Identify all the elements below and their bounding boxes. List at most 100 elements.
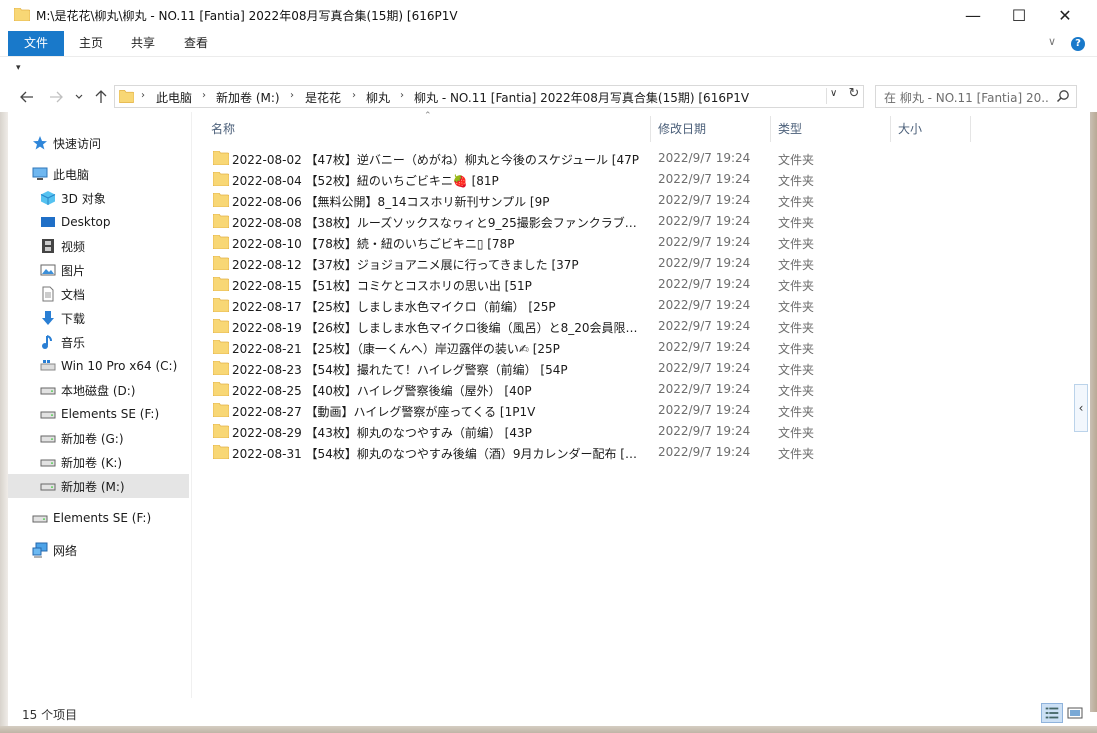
- breadcrumb-folder-1[interactable]: 是花花: [305, 89, 341, 106]
- column-divider[interactable]: [770, 116, 771, 142]
- column-divider[interactable]: [890, 116, 891, 142]
- breadcrumb-separator-icon[interactable]: ›: [290, 90, 294, 101]
- column-divider[interactable]: [650, 116, 651, 142]
- tab-home[interactable]: 主页: [66, 31, 116, 56]
- sidebar-item-drive-c[interactable]: Win 10 Pro x64 (C:): [8, 354, 189, 378]
- search-icon[interactable]: [1056, 89, 1070, 103]
- column-header-name[interactable]: 名称: [211, 120, 235, 137]
- sidebar-item-this-pc[interactable]: 此电脑: [8, 162, 189, 186]
- table-row[interactable]: 2022-08-08 【38枚】ルーズソックスなヮィと9_25撮影会ファンクラブ…: [208, 211, 820, 232]
- file-name: 2022-08-23 【54枚】撮れたて！ハイレグ警察（前编） [54P: [232, 363, 568, 377]
- network-icon: [32, 542, 48, 558]
- tab-file[interactable]: 文件: [8, 31, 64, 56]
- details-pane-toggle[interactable]: ‹: [1074, 384, 1088, 432]
- file-name: 2022-08-29 【43枚】柳丸のなつやすみ（前编） [43P: [232, 426, 532, 440]
- table-row[interactable]: 2022-08-21 【25枚】（康一くんへ）岸辺露伴の装い✍ [25P 2022…: [208, 337, 820, 358]
- drive-icon: [40, 483, 56, 491]
- column-header-size[interactable]: 大小: [898, 120, 922, 137]
- file-type: 文件夹: [778, 447, 815, 461]
- table-row[interactable]: 2022-08-04 【52枚】紐のいちごビキニ🍓 [81P 2022/9/7 1…: [208, 169, 820, 190]
- recent-locations-button[interactable]: [71, 86, 87, 108]
- sidebar-item-drive-d[interactable]: 本地磁盘 (D:): [8, 378, 189, 402]
- file-modified-date: 2022/9/7 19:24: [658, 298, 751, 312]
- table-row[interactable]: 2022-08-02 【47枚】逆バニー（めがね）柳丸と今後のスケジュール [4…: [208, 148, 820, 169]
- tab-share[interactable]: 共享: [118, 31, 168, 56]
- breadcrumb-current-folder[interactable]: 柳丸 - NO.11 [Fantia] 2022年08月写真合集(15期) [6…: [414, 89, 749, 106]
- breadcrumb-separator-icon[interactable]: ›: [141, 90, 145, 101]
- table-row[interactable]: 2022-08-19 【26枚】しましま水色マイクロ後编（風呂）と8_20会員限…: [208, 316, 820, 337]
- table-row[interactable]: 2022-08-25 【40枚】ハイレグ警察後编（屋外） [40P 2022/9/…: [208, 379, 820, 400]
- file-modified-date: 2022/9/7 19:24: [658, 151, 751, 165]
- breadcrumb-this-pc[interactable]: 此电脑: [156, 89, 192, 106]
- sidebar-item-pictures[interactable]: 图片: [8, 258, 189, 282]
- folder-icon: [213, 424, 229, 438]
- breadcrumb-folder-2[interactable]: 柳丸: [366, 89, 390, 106]
- sidebar-item-music[interactable]: 音乐: [8, 330, 189, 354]
- up-button[interactable]: [90, 86, 112, 108]
- search-input[interactable]: 在 柳丸 - NO.11 [Fantia] 20...: [884, 89, 1049, 106]
- breadcrumb-separator-icon[interactable]: ›: [352, 90, 356, 101]
- table-row[interactable]: 2022-08-06 【無料公開】8_14コスホリ新刊サンプル [9P 2022/…: [208, 190, 820, 211]
- table-row[interactable]: 2022-08-10 【78枚】続・紐のいちごビキニ▯ [78P 2022/9/7…: [208, 232, 820, 253]
- sidebar-item-elements-se[interactable]: Elements SE (F:): [8, 506, 189, 530]
- star-icon: [33, 136, 47, 150]
- sidebar-item-downloads[interactable]: 下载: [8, 306, 189, 330]
- table-row[interactable]: 2022-08-31 【54枚】柳丸のなつやすみ後编（酒）9月カレンダー配布 […: [208, 442, 820, 463]
- pane-divider[interactable]: [191, 112, 192, 698]
- customize-qat-dropdown-icon[interactable]: ▾: [16, 63, 21, 73]
- breadcrumb-separator-icon[interactable]: ›: [400, 90, 404, 101]
- help-icon[interactable]: ?: [1071, 37, 1085, 51]
- cube-icon: [40, 191, 56, 205]
- file-modified-date: 2022/9/7 19:24: [658, 319, 751, 333]
- minimize-button[interactable]: —: [950, 0, 996, 31]
- sidebar-item-videos[interactable]: 视频: [8, 234, 189, 258]
- column-divider[interactable]: [970, 116, 971, 142]
- details-view-icon[interactable]: [1041, 703, 1063, 723]
- picture-icon: [40, 264, 56, 276]
- file-modified-date: 2022/9/7 19:24: [658, 277, 751, 291]
- document-icon: [42, 286, 54, 302]
- breadcrumb-separator-icon[interactable]: ›: [202, 90, 206, 101]
- sidebar-item-network[interactable]: 网络: [8, 538, 189, 562]
- large-icons-view-icon[interactable]: [1065, 703, 1085, 723]
- sidebar-item-drive-g[interactable]: 新加卷 (G:): [8, 426, 189, 450]
- back-button[interactable]: [16, 86, 38, 108]
- table-row[interactable]: 2022-08-17 【25枚】しましま水色マイクロ（前编） [25P 2022/…: [208, 295, 820, 316]
- sidebar-item-desktop[interactable]: Desktop: [8, 210, 189, 234]
- breadcrumb-drive-m[interactable]: 新加卷 (M:): [216, 89, 280, 106]
- close-button[interactable]: ✕: [1042, 0, 1088, 31]
- table-row[interactable]: 2022-08-27 【動画】ハイレグ警察が座ってくる [1P1V 2022/9/…: [208, 400, 820, 421]
- table-row[interactable]: 2022-08-12 【37枚】ジョジョアニメ展に行ってきました [37P 202…: [208, 253, 820, 274]
- sidebar-item-quick-access[interactable]: 快速访问: [8, 131, 189, 155]
- drive-icon: [40, 411, 56, 419]
- folder-icon: [213, 214, 229, 228]
- folder-icon: [213, 340, 229, 354]
- file-type: 文件夹: [778, 384, 815, 398]
- file-modified-date: 2022/9/7 19:24: [658, 445, 751, 459]
- sort-ascending-icon: ⌃: [424, 111, 432, 121]
- column-header-type[interactable]: 类型: [778, 120, 802, 137]
- expand-ribbon-chevron-icon[interactable]: ∨: [1048, 35, 1062, 51]
- table-row[interactable]: 2022-08-29 【43枚】柳丸のなつやすみ（前编） [43P 2022/9/…: [208, 421, 820, 442]
- file-type: 文件夹: [778, 300, 815, 314]
- maximize-button[interactable]: ☐: [996, 0, 1042, 31]
- status-bar: [8, 702, 1090, 726]
- sidebar-item-drive-m[interactable]: 新加卷 (M:): [8, 474, 189, 498]
- tab-view[interactable]: 查看: [170, 31, 222, 56]
- file-name: 2022-08-02 【47枚】逆バニー（めがね）柳丸と今後のスケジュール [4…: [232, 153, 639, 167]
- address-history-chevron-icon[interactable]: ∨: [826, 88, 840, 104]
- file-modified-date: 2022/9/7 19:24: [658, 382, 751, 396]
- table-row[interactable]: 2022-08-23 【54枚】撮れたて！ハイレグ警察（前编） [54P 2022…: [208, 358, 820, 379]
- sidebar-item-drive-k[interactable]: 新加卷 (K:): [8, 450, 189, 474]
- sidebar-item-drive-f[interactable]: Elements SE (F:): [8, 402, 189, 426]
- table-row[interactable]: 2022-08-15 【51枚】コミケとコスホリの思い出 [51P 2022/9/…: [208, 274, 820, 295]
- refresh-icon[interactable]: ↻: [845, 86, 863, 106]
- file-modified-date: 2022/9/7 19:24: [658, 340, 751, 354]
- film-icon: [42, 239, 54, 253]
- forward-button[interactable]: [45, 86, 67, 108]
- sidebar-item-3d-objects[interactable]: 3D 对象: [8, 186, 189, 210]
- music-icon: [42, 335, 52, 349]
- file-name: 2022-08-31 【54枚】柳丸のなつやすみ後编（酒）9月カレンダー配布 […: [232, 447, 644, 461]
- column-header-modified[interactable]: 修改日期: [658, 120, 706, 137]
- sidebar-item-documents[interactable]: 文档: [8, 282, 189, 306]
